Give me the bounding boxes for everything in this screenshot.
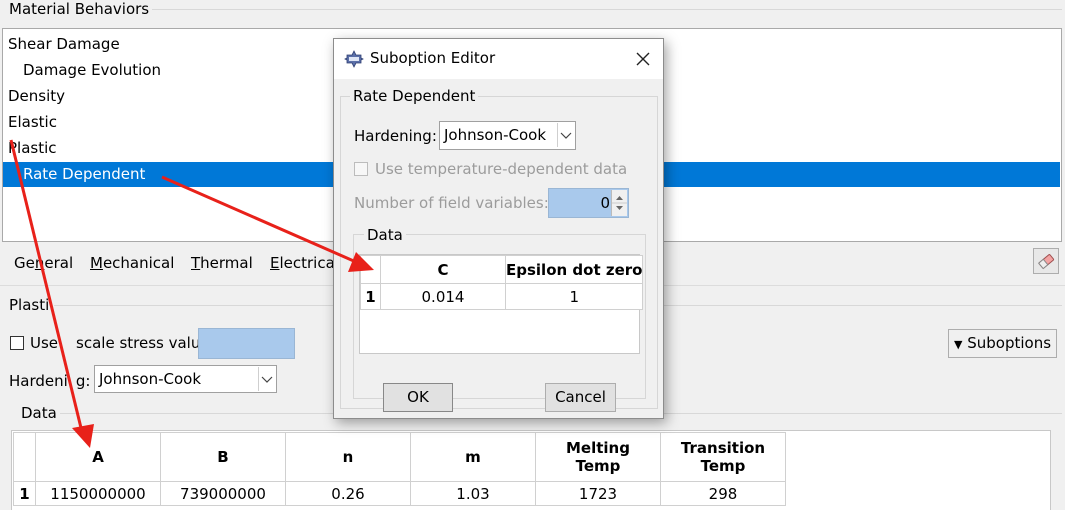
chevron-down-icon: [258, 367, 275, 391]
behavior-elastic[interactable]: Elastic: [8, 109, 57, 135]
cell-melting-temp[interactable]: 1723: [535, 481, 661, 506]
menu-mechanical[interactable]: Mechanical: [90, 254, 174, 272]
ok-button[interactable]: OK: [383, 383, 453, 412]
suboption-editor-dialog: Suboption Editor Rate Dependent Hardenin…: [333, 38, 664, 419]
menu-general-b: eral: [44, 254, 74, 272]
cell-m[interactable]: 1.03: [410, 481, 536, 506]
chevron-down-icon: [557, 123, 574, 147]
col-header-epsilon-dot-zero[interactable]: Epsilon dot zero: [504, 255, 644, 284]
plastic-group-title: Plasti: [6, 296, 53, 314]
use-scale-stress-label-b: scale stress value:: [76, 334, 215, 352]
behavior-rate-dependent-label: Rate Dependent: [23, 165, 146, 183]
field-variables-label: Number of field variables:: [354, 194, 549, 212]
menu-thermal-b: hermal: [200, 254, 253, 272]
hardening-label-b: g:: [75, 372, 91, 390]
behaviors-group-line: [150, 9, 1062, 10]
use-scale-stress-checkbox[interactable]: [10, 336, 24, 350]
hardening-label: Hardeni g:: [9, 372, 90, 390]
eraser-icon: [1038, 254, 1055, 270]
col-header-c[interactable]: C: [380, 255, 506, 284]
cell-b[interactable]: 739000000: [160, 481, 286, 506]
behavior-shear-damage[interactable]: Shear Damage: [8, 31, 120, 57]
cancel-button[interactable]: Cancel: [545, 383, 616, 412]
dialog-hardening-label: Hardening:: [354, 127, 437, 145]
cell-transition-temp[interactable]: 298: [660, 481, 786, 506]
rate-dependent-group-title: Rate Dependent: [350, 87, 479, 105]
menu-thermal[interactable]: Thermal: [191, 254, 253, 272]
close-icon[interactable]: [631, 47, 655, 71]
cell-c[interactable]: 0.014: [380, 283, 506, 310]
dialog-hardening-select-value: Johnson-Cook: [444, 126, 547, 144]
dialog-data-group-title: Data: [364, 226, 406, 244]
menu-thermal-mnemonic: T: [191, 254, 201, 272]
col-header-transition-temp[interactable]: Transition Temp: [660, 432, 786, 482]
col-header-a[interactable]: A: [35, 432, 161, 482]
menu-general[interactable]: General: [14, 254, 73, 272]
dialog-title: Suboption Editor: [370, 49, 496, 67]
spinner-arrows-icon[interactable]: [611, 190, 627, 216]
menu-mechanical-mnemonic: M: [90, 254, 103, 272]
temp-dependent-checkbox[interactable]: [354, 162, 368, 176]
col-header-melting-temp[interactable]: Melting Temp: [535, 432, 661, 482]
abaqus-editor-icon: [344, 50, 364, 72]
col-header-b[interactable]: B: [160, 432, 286, 482]
table-row: 1 1150000000 739000000 0.26 1.03 1723 29…: [13, 481, 786, 506]
data-table[interactable]: A B n m Melting Temp Transition Temp 1 1…: [13, 432, 786, 506]
hardening-select[interactable]: Johnson-Cook: [94, 365, 277, 393]
menu-general-a: Ge: [14, 254, 35, 272]
cell-n[interactable]: 0.26: [285, 481, 411, 506]
hardening-label-a: Hardeni: [9, 372, 68, 390]
data-table-corner: [13, 432, 36, 482]
cell-a[interactable]: 1150000000: [35, 481, 161, 506]
dialog-hardening-select[interactable]: Johnson-Cook: [439, 121, 576, 150]
temp-dependent-label: Use temperature-dependent data: [375, 160, 628, 178]
suboptions-label: Suboptions: [967, 334, 1052, 352]
field-variables-spinner[interactable]: 0: [548, 188, 629, 218]
dialog-table-corner: [360, 255, 381, 284]
dialog-titlebar[interactable]: Suboption Editor: [334, 39, 663, 79]
field-variables-value: 0: [600, 194, 610, 212]
suboptions-button[interactable]: ▼ Suboptions: [948, 329, 1057, 358]
row-index: 1: [13, 481, 36, 506]
row-index: 1: [360, 283, 381, 310]
dialog-data-table[interactable]: C Epsilon dot zero 1 0.014 1: [360, 255, 644, 310]
cell-epsilon-dot-zero[interactable]: 1: [504, 283, 644, 310]
behavior-density[interactable]: Density: [8, 83, 65, 109]
menu-electrical[interactable]: Electrical: [270, 254, 339, 272]
table-row: 1 0.014 1: [360, 283, 644, 310]
col-header-n[interactable]: n: [285, 432, 411, 482]
menu-general-mnemonic: n: [34, 254, 45, 272]
scale-stress-field: [198, 328, 295, 359]
use-scale-stress-label: Use scale stress value:: [30, 334, 215, 352]
clear-button[interactable]: [1033, 248, 1059, 274]
data-group-title: Data: [18, 404, 60, 422]
behaviors-group-title: Material Behaviors: [6, 0, 153, 18]
triangle-down-icon: ▼: [953, 338, 963, 351]
hardening-select-value: Johnson-Cook: [99, 370, 202, 388]
behavior-damage-evolution[interactable]: Damage Evolution: [23, 57, 161, 83]
col-header-m[interactable]: m: [410, 432, 536, 482]
use-scale-stress-label-a: Use: [30, 334, 59, 352]
menu-electrical-b: lectrical: [279, 254, 339, 272]
menu-mechanical-b: echanical: [102, 254, 175, 272]
behavior-plastic[interactable]: Plastic: [8, 135, 57, 161]
